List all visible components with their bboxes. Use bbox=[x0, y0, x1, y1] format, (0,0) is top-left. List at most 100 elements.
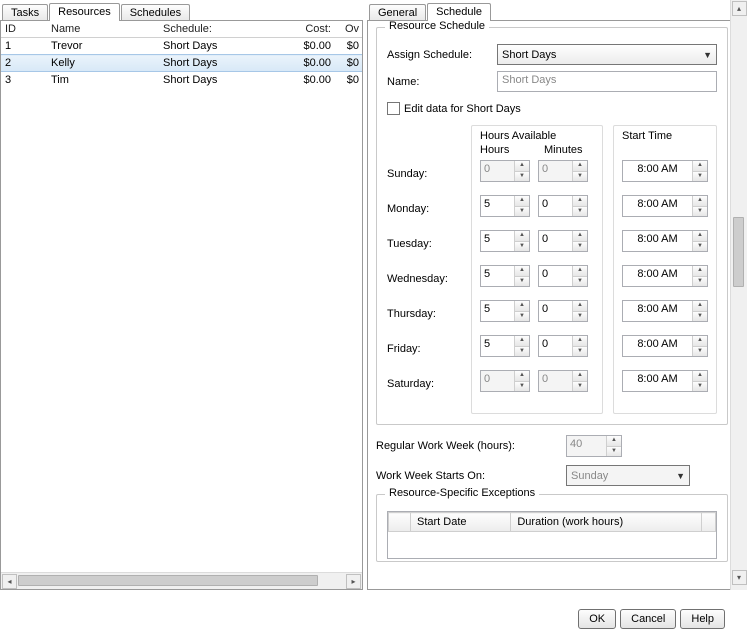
spinner-up-icon[interactable]: ▲ bbox=[693, 231, 707, 242]
minutes-saturday-spinner[interactable]: 0▲▼ bbox=[538, 370, 588, 392]
ok-button[interactable]: OK bbox=[578, 609, 616, 629]
spinner-up-icon[interactable]: ▲ bbox=[573, 161, 587, 172]
start-sunday-spinner[interactable]: 8:00 AM▲▼ bbox=[622, 160, 708, 182]
spinner-up-icon[interactable]: ▲ bbox=[515, 231, 529, 242]
spinner-down-icon[interactable]: ▼ bbox=[607, 447, 621, 457]
minutes-wednesday-spinner[interactable]: 0▲▼ bbox=[538, 265, 588, 287]
spinner-down-icon[interactable]: ▼ bbox=[515, 277, 529, 287]
start-monday-spinner[interactable]: 8:00 AM▲▼ bbox=[622, 195, 708, 217]
scroll-up-icon[interactable]: ▴ bbox=[732, 1, 747, 16]
start-tuesday-spinner[interactable]: 8:00 AM▲▼ bbox=[622, 230, 708, 252]
spinner-up-icon[interactable]: ▲ bbox=[693, 161, 707, 172]
scroll-thumb[interactable] bbox=[733, 217, 744, 287]
spinner-up-icon[interactable]: ▲ bbox=[693, 196, 707, 207]
spinner-down-icon[interactable]: ▼ bbox=[573, 207, 587, 217]
minutes-thursday-spinner[interactable]: 0▲▼ bbox=[538, 300, 588, 322]
hours-tuesday-spinner[interactable]: 5▲▼ bbox=[480, 230, 530, 252]
cell-id: 3 bbox=[1, 72, 47, 89]
left-h-scrollbar[interactable]: ◂ ▸ bbox=[1, 572, 362, 589]
minutes-sunday-spinner[interactable]: 0▲▼ bbox=[538, 160, 588, 182]
col-ov[interactable]: Ov bbox=[335, 21, 362, 38]
spinner-down-icon[interactable]: ▼ bbox=[693, 277, 707, 287]
spinner-down-icon[interactable]: ▼ bbox=[573, 242, 587, 252]
spinner-up-icon[interactable]: ▲ bbox=[573, 196, 587, 207]
col-id[interactable]: ID bbox=[1, 21, 47, 38]
spinner-up-icon[interactable]: ▲ bbox=[693, 266, 707, 277]
spinner-down-icon[interactable]: ▼ bbox=[573, 172, 587, 182]
help-button[interactable]: Help bbox=[680, 609, 725, 629]
spinner-up-icon[interactable]: ▲ bbox=[573, 336, 587, 347]
spinner-down-icon[interactable]: ▼ bbox=[573, 312, 587, 322]
table-row[interactable]: 3TimShort Days$0.00$0 bbox=[1, 72, 362, 89]
spinner-down-icon[interactable]: ▼ bbox=[573, 347, 587, 357]
right-v-scrollbar[interactable]: ▴ ▾ bbox=[730, 0, 747, 590]
spinner-up-icon[interactable]: ▲ bbox=[515, 371, 529, 382]
exc-col-duration[interactable]: Duration (work hours) bbox=[511, 513, 702, 532]
spinner-up-icon[interactable]: ▲ bbox=[515, 266, 529, 277]
regular-week-spinner[interactable]: 40 ▲▼ bbox=[566, 435, 622, 457]
table-row[interactable]: 1TrevorShort Days$0.00$0 bbox=[1, 38, 362, 55]
scroll-thumb[interactable] bbox=[18, 575, 318, 586]
spinner-down-icon[interactable]: ▼ bbox=[573, 382, 587, 392]
col-cost[interactable]: Cost: bbox=[277, 21, 335, 38]
spinner-down-icon[interactable]: ▼ bbox=[515, 207, 529, 217]
scroll-left-icon[interactable]: ◂ bbox=[2, 574, 17, 589]
start-wednesday-spinner[interactable]: 8:00 AM▲▼ bbox=[622, 265, 708, 287]
fieldset-legend: Resource Schedule bbox=[385, 20, 489, 32]
spinner-down-icon[interactable]: ▼ bbox=[693, 312, 707, 322]
spinner-up-icon[interactable]: ▲ bbox=[573, 231, 587, 242]
tab-tasks[interactable]: Tasks bbox=[2, 4, 48, 21]
hours-friday-spinner[interactable]: 5▲▼ bbox=[480, 335, 530, 357]
hours-sunday-spinner[interactable]: 0▲▼ bbox=[480, 160, 530, 182]
spinner-up-icon[interactable]: ▲ bbox=[607, 436, 621, 447]
spinner-up-icon[interactable]: ▲ bbox=[515, 336, 529, 347]
spinner-up-icon[interactable]: ▲ bbox=[693, 371, 707, 382]
day-label-friday: Friday: bbox=[387, 338, 461, 360]
col-schedule[interactable]: Schedule: bbox=[159, 21, 277, 38]
hours-monday-spinner[interactable]: 5▲▼ bbox=[480, 195, 530, 217]
spinner-down-icon[interactable]: ▼ bbox=[693, 172, 707, 182]
spinner-down-icon[interactable]: ▼ bbox=[693, 347, 707, 357]
spinner-up-icon[interactable]: ▲ bbox=[573, 371, 587, 382]
spinner-up-icon[interactable]: ▲ bbox=[515, 301, 529, 312]
exc-col-start[interactable]: Start Date bbox=[411, 513, 511, 532]
assign-schedule-select[interactable]: Short Days ▼ bbox=[497, 44, 717, 65]
tab-schedule[interactable]: Schedule bbox=[427, 3, 491, 21]
start-saturday-spinner[interactable]: 8:00 AM▲▼ bbox=[622, 370, 708, 392]
spinner-up-icon[interactable]: ▲ bbox=[573, 301, 587, 312]
start-thursday-spinner[interactable]: 8:00 AM▲▼ bbox=[622, 300, 708, 322]
spinner-down-icon[interactable]: ▼ bbox=[515, 382, 529, 392]
spinner-down-icon[interactable]: ▼ bbox=[573, 277, 587, 287]
spinner-down-icon[interactable]: ▼ bbox=[515, 312, 529, 322]
spinner-down-icon[interactable]: ▼ bbox=[693, 242, 707, 252]
spinner-up-icon[interactable]: ▲ bbox=[515, 196, 529, 207]
tab-general[interactable]: General bbox=[369, 4, 426, 21]
table-row[interactable]: 2KellyShort Days$0.00$0 bbox=[1, 55, 362, 72]
spinner-down-icon[interactable]: ▼ bbox=[515, 172, 529, 182]
hours-wednesday-spinner[interactable]: 5▲▼ bbox=[480, 265, 530, 287]
spinner-up-icon[interactable]: ▲ bbox=[573, 266, 587, 277]
spinner-up-icon[interactable]: ▲ bbox=[693, 301, 707, 312]
cancel-button[interactable]: Cancel bbox=[620, 609, 676, 629]
tab-schedules[interactable]: Schedules bbox=[121, 4, 190, 21]
minutes-tuesday-spinner[interactable]: 0▲▼ bbox=[538, 230, 588, 252]
minutes-friday-spinner[interactable]: 0▲▼ bbox=[538, 335, 588, 357]
spinner-down-icon[interactable]: ▼ bbox=[693, 382, 707, 392]
tab-resources[interactable]: Resources bbox=[49, 3, 120, 21]
hours-thursday-spinner[interactable]: 5▲▼ bbox=[480, 300, 530, 322]
spinner-up-icon[interactable]: ▲ bbox=[515, 161, 529, 172]
spinner-down-icon[interactable]: ▼ bbox=[515, 242, 529, 252]
col-name[interactable]: Name bbox=[47, 21, 159, 38]
edit-data-checkbox[interactable]: Edit data for Short Days bbox=[387, 102, 521, 115]
start-friday-spinner[interactable]: 8:00 AM▲▼ bbox=[622, 335, 708, 357]
minutes-monday-spinner[interactable]: 0▲▼ bbox=[538, 195, 588, 217]
scroll-down-icon[interactable]: ▾ bbox=[732, 570, 747, 585]
spinner-up-icon[interactable]: ▲ bbox=[693, 336, 707, 347]
scroll-right-icon[interactable]: ▸ bbox=[346, 574, 361, 589]
schedule-name-input[interactable]: Short Days bbox=[497, 71, 717, 92]
spinner-down-icon[interactable]: ▼ bbox=[693, 207, 707, 217]
spinner-down-icon[interactable]: ▼ bbox=[515, 347, 529, 357]
hours-saturday-spinner[interactable]: 0▲▼ bbox=[480, 370, 530, 392]
exceptions-table[interactable]: Start Date Duration (work hours) bbox=[387, 511, 717, 559]
week-starts-select[interactable]: Sunday ▼ bbox=[566, 465, 690, 486]
